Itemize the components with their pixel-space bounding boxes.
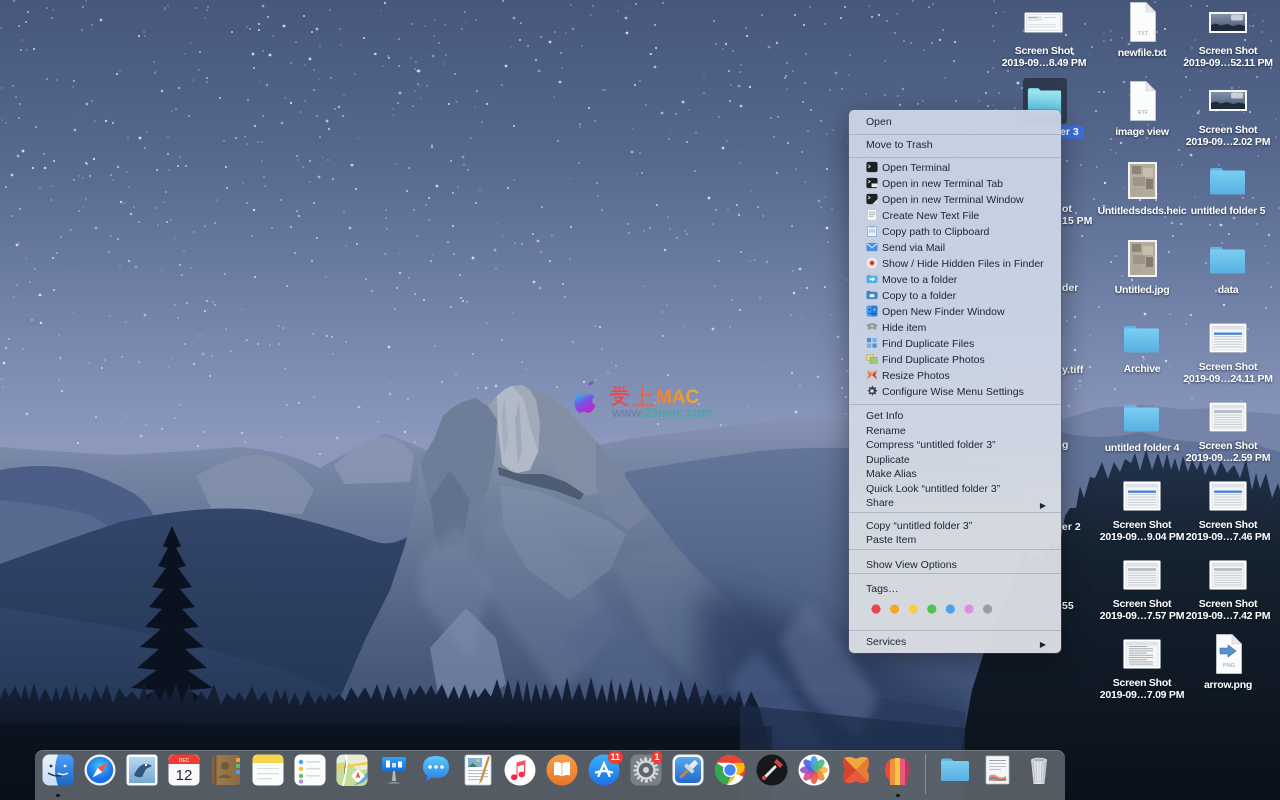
svg-text:PNG: PNG xyxy=(1223,663,1235,669)
svg-text:12: 12 xyxy=(175,767,192,784)
svg-text:DEC: DEC xyxy=(178,758,189,764)
svg-text:TXT: TXT xyxy=(1138,31,1149,37)
svg-text:RTF: RTF xyxy=(1138,110,1149,116)
